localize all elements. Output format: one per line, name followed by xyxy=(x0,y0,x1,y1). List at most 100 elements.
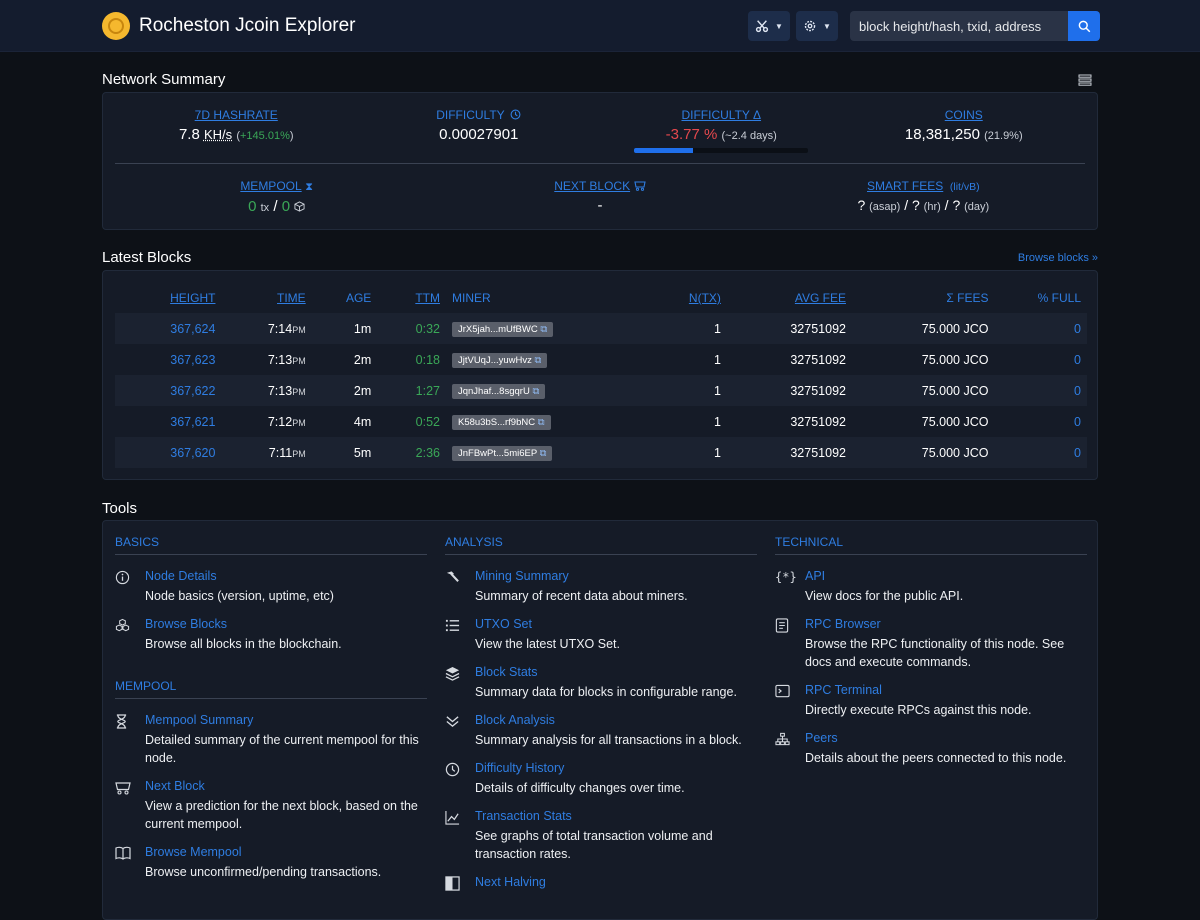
tools-dropdown-button[interactable]: ▼ xyxy=(748,11,790,41)
tool-link[interactable]: RPC Terminal xyxy=(805,683,1032,697)
tool-link[interactable]: API xyxy=(805,569,963,583)
block-ampm: PM xyxy=(292,325,306,335)
tool-link[interactable]: Browse Blocks xyxy=(145,617,342,631)
copy-icon[interactable]: ⧉ xyxy=(535,355,542,366)
mempool-stat: MEMPOOL ⧗ 0 tx / 0 xyxy=(115,178,438,215)
summary-divider xyxy=(115,163,1085,164)
block-height-link[interactable]: 367,621 xyxy=(170,415,215,429)
col-avg-fee[interactable]: AVG FEE xyxy=(721,283,846,313)
difficulty-delta-eta: (~2.4 days) xyxy=(722,130,777,142)
block-pct-full[interactable]: 0 xyxy=(1074,322,1081,336)
clock-icon[interactable] xyxy=(510,109,521,120)
info-icon xyxy=(115,570,130,585)
table-row: 367,620 7:11PM 5m 2:36 JnFBwPt...5mi6EP … xyxy=(115,437,1087,468)
miner-address: JqnJhaf...8sgqrU xyxy=(458,386,530,397)
tool-link[interactable]: Mempool Summary xyxy=(145,713,427,727)
tool-link[interactable]: Block Analysis xyxy=(475,713,742,727)
block-pct-full[interactable]: 0 xyxy=(1074,415,1081,429)
copy-icon[interactable]: ⧉ xyxy=(532,386,539,397)
navbar: Rocheston Jcoin Explorer ▼ ▼ xyxy=(0,0,1200,52)
block-ampm: PM xyxy=(292,356,306,366)
tool-node-details: Node Details Node basics (version, uptim… xyxy=(115,569,427,605)
block-sum-fees: 75.000 JCO xyxy=(846,313,989,344)
block-pct-full[interactable]: 0 xyxy=(1074,353,1081,367)
block-age: 2m xyxy=(306,344,372,375)
search-button[interactable] xyxy=(1068,11,1100,41)
browse-blocks-link[interactable]: Browse blocks » xyxy=(1018,252,1098,264)
block-pct-full[interactable]: 0 xyxy=(1074,446,1081,460)
miner-tag[interactable]: JnFBwPt...5mi6EP ⧉ xyxy=(452,446,552,461)
col-ntx[interactable]: N(TX) xyxy=(625,283,721,313)
miner-tag[interactable]: JqnJhaf...8sgqrU ⧉ xyxy=(452,384,545,399)
hashrate-change: +145.01% xyxy=(240,130,290,142)
copy-icon[interactable]: ⧉ xyxy=(540,448,547,459)
difficulty-delta-label[interactable]: DIFFICULTY Δ xyxy=(681,108,761,122)
tool-description: Browse the RPC functionality of this nod… xyxy=(805,635,1087,671)
tool-difficulty-history: Difficulty History Details of difficulty… xyxy=(445,761,757,797)
coins-label[interactable]: COINS xyxy=(945,108,983,122)
smart-fees-unit: (lit/vB) xyxy=(950,181,980,193)
miner-tag[interactable]: K58u3bS...rf9bNC ⧉ xyxy=(452,415,551,430)
fee-day-label: (day) xyxy=(964,201,989,213)
copy-icon[interactable]: ⧉ xyxy=(540,324,547,335)
difficulty-progress-bar xyxy=(634,148,808,153)
next-block-label[interactable]: NEXT BLOCK xyxy=(554,179,630,193)
list-toggle-icon[interactable] xyxy=(1078,74,1092,86)
search-icon xyxy=(1078,20,1091,33)
col-pct-full: % FULL xyxy=(989,283,1088,313)
tool-link[interactable]: RPC Browser xyxy=(805,617,1087,631)
block-height-link[interactable]: 367,624 xyxy=(170,322,215,336)
table-row: 367,623 7:13PM 2m 0:18 JjtVUqJ...yuwHvz … xyxy=(115,344,1087,375)
block-ampm: PM xyxy=(292,387,306,397)
block-ttm: 0:52 xyxy=(371,406,440,437)
col-ttm[interactable]: TTM xyxy=(371,283,440,313)
brand[interactable]: Rocheston Jcoin Explorer xyxy=(102,12,356,40)
miner-tag[interactable]: JjtVUqJ...yuwHvz ⧉ xyxy=(452,353,547,368)
fee-asap-value: ? xyxy=(857,197,865,213)
copy-icon[interactable]: ⧉ xyxy=(538,417,545,428)
smart-fees-label[interactable]: SMART FEES xyxy=(867,179,943,193)
col-height[interactable]: HEIGHT xyxy=(115,283,215,313)
network-icon xyxy=(775,732,790,746)
block-pct-full[interactable]: 0 xyxy=(1074,384,1081,398)
coin-logo-icon xyxy=(102,12,130,40)
settings-dropdown-button[interactable]: ▼ xyxy=(796,11,838,41)
hourglass-icon xyxy=(115,714,128,729)
cube-icon xyxy=(294,201,305,212)
search-input[interactable] xyxy=(850,11,1068,41)
tool-description: Directly execute RPCs against this node. xyxy=(805,701,1032,719)
block-time: 7:13 xyxy=(268,353,292,367)
block-height-link[interactable]: 367,620 xyxy=(170,446,215,460)
tool-link[interactable]: Peers xyxy=(805,731,1066,745)
tool-link[interactable]: Node Details xyxy=(145,569,334,583)
technical-heading: TECHNICAL xyxy=(775,535,1087,555)
tool-link[interactable]: Transaction Stats xyxy=(475,809,757,823)
tool-link[interactable]: Difficulty History xyxy=(475,761,685,775)
tool-link[interactable]: Next Halving xyxy=(475,875,546,889)
miner-tag[interactable]: JrX5jah...mUfBWC ⧉ xyxy=(452,322,553,337)
block-age: 4m xyxy=(306,406,372,437)
mempool-label[interactable]: MEMPOOL xyxy=(240,179,301,193)
tools-column-analysis: ANALYSIS Mining Summary Summary of recen… xyxy=(445,535,757,906)
tool-link[interactable]: UTXO Set xyxy=(475,617,620,631)
coins-pct: (21.9%) xyxy=(984,130,1023,142)
tool-link[interactable]: Block Stats xyxy=(475,665,737,679)
book-icon xyxy=(115,846,131,860)
block-avg-fee: 32751092 xyxy=(721,375,846,406)
block-height-link[interactable]: 367,623 xyxy=(170,353,215,367)
chevron-down-icon: ▼ xyxy=(775,22,783,31)
block-height-link[interactable]: 367,622 xyxy=(170,384,215,398)
tool-link[interactable]: Next Block xyxy=(145,779,427,793)
block-sum-fees: 75.000 JCO xyxy=(846,406,989,437)
hashrate-label[interactable]: 7D HASHRATE xyxy=(195,108,278,122)
miner-address: JrX5jah...mUfBWC xyxy=(458,324,538,335)
tool-link[interactable]: Browse Mempool xyxy=(145,845,381,859)
block-avg-fee: 32751092 xyxy=(721,344,846,375)
hashrate-stat: 7D HASHRATE 7.8 KH/s (+145.01%) xyxy=(115,107,358,153)
tool-description: Detailed summary of the current mempool … xyxy=(145,731,427,767)
col-time[interactable]: TIME xyxy=(215,283,305,313)
tool-api: {*} API View docs for the public API. xyxy=(775,569,1087,605)
tool-link[interactable]: Mining Summary xyxy=(475,569,688,583)
tool-rpc-browser: RPC Browser Browse the RPC functionality… xyxy=(775,617,1087,671)
network-summary-title: Network Summary xyxy=(102,71,1098,88)
